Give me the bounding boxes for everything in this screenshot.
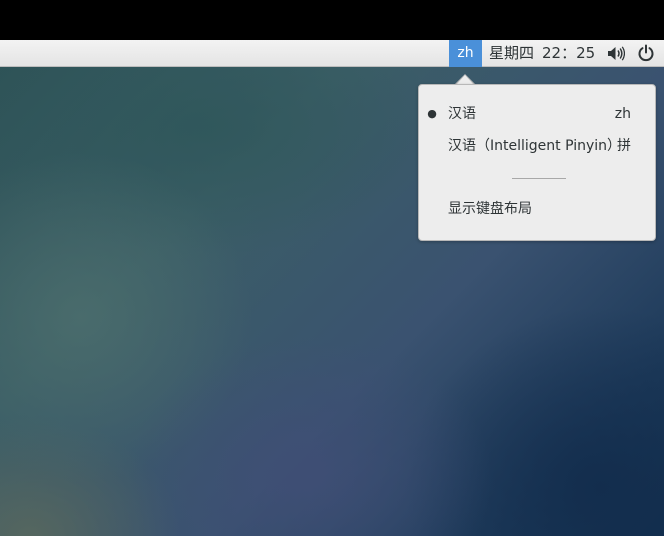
letterbox: [0, 0, 664, 40]
screen: zh 星期四 22：25 ● 汉语 zh 汉语（Intelligent Pinyi…: [0, 0, 664, 536]
menu-item-show-keyboard-layout[interactable]: 显示键盘布局: [419, 195, 655, 223]
menu-item-label: 汉语（Intelligent Pinyin）: [448, 138, 622, 154]
top-bar: zh 星期四 22：25: [0, 40, 664, 67]
menu-separator: [512, 178, 566, 179]
menu-item-label: 显示键盘布局: [448, 201, 532, 217]
menu-item-shortcut: 拼: [617, 138, 631, 154]
power-icon[interactable]: [637, 44, 655, 62]
input-method-indicator[interactable]: zh: [449, 40, 482, 67]
clock-weekday: 星期四: [489, 44, 535, 62]
volume-icon[interactable]: [607, 45, 625, 62]
input-method-menu: ● 汉语 zh 汉语（Intelligent Pinyin） 拼 显示键盘布局: [418, 84, 656, 241]
menu-item-label: 汉语: [448, 106, 476, 122]
menu-item-shortcut: zh: [614, 106, 631, 122]
menu-item-intelligent-pinyin[interactable]: 汉语（Intelligent Pinyin） 拼: [419, 132, 655, 160]
clock-button[interactable]: 星期四 22：25: [489, 40, 595, 67]
menu-item-hanyu[interactable]: ● 汉语 zh: [419, 100, 655, 128]
selected-bullet-icon: ●: [427, 107, 437, 120]
clock-time: 22：25: [542, 44, 596, 62]
